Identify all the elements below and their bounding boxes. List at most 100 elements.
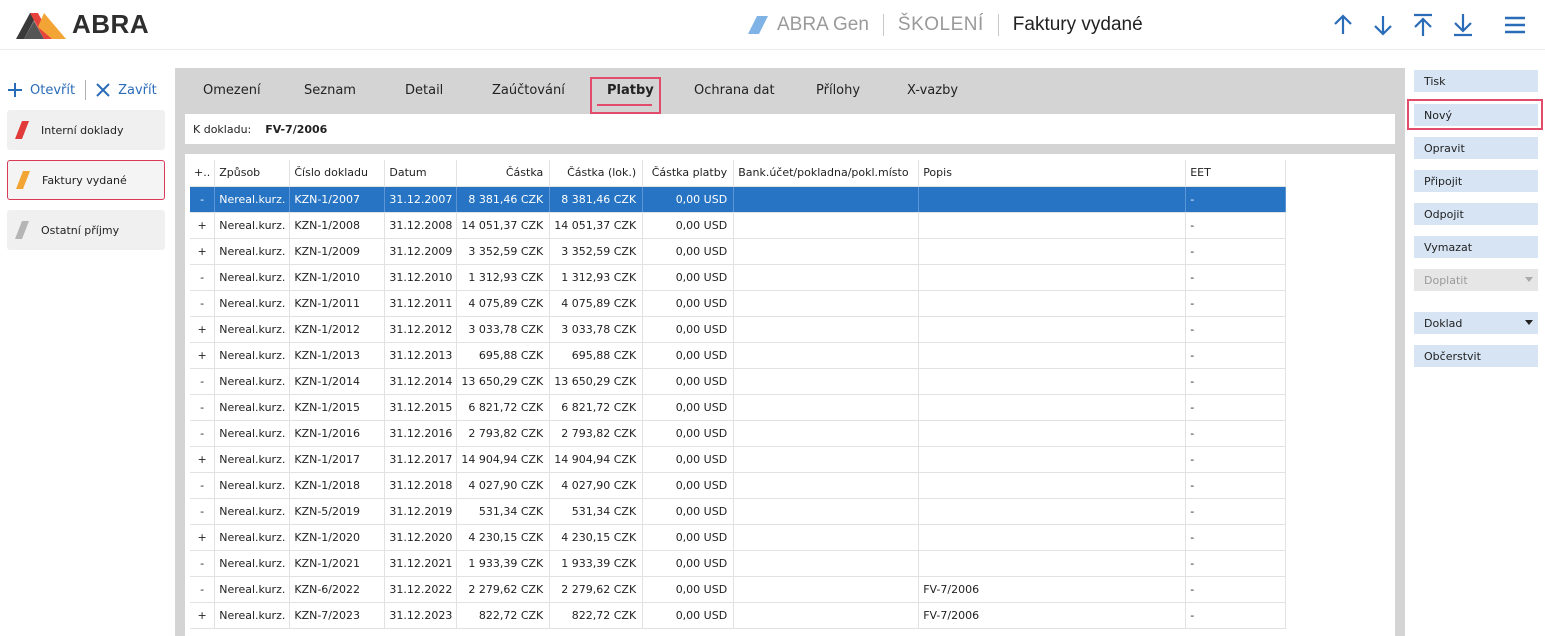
table-cell [733, 394, 920, 421]
table-row[interactable]: + Nereal.kurz. KZN-1/2017 31.12.2017 14 904,… [190, 446, 1287, 473]
column-header[interactable]: Částka (lok.) [549, 160, 644, 187]
table-cell [918, 498, 1187, 525]
delete-button[interactable]: Vymazat [1414, 236, 1538, 258]
table-row[interactable]: + Nereal.kurz. KZN-1/2012 31.12.2012 3 033,7… [190, 316, 1287, 343]
table-cell: KZN-1/2010 [289, 264, 386, 291]
table-cell: KZN-5/2019 [289, 498, 386, 525]
table-cell [733, 212, 920, 239]
table-cell: 31.12.2013 [384, 342, 458, 369]
table-cell [733, 238, 920, 265]
divider [882, 14, 884, 36]
tab-ochrana-dat[interactable]: Ochrana dat [694, 83, 775, 98]
chevron-down-icon [1525, 277, 1533, 282]
table-row[interactable]: + Nereal.kurz. KZN-1/2009 31.12.2009 3 352,5… [190, 238, 1287, 265]
column-header[interactable]: EET [1185, 160, 1287, 187]
table-cell: - [1185, 264, 1287, 291]
table-cell: + [190, 342, 216, 369]
table-cell: Nereal.kurz. [214, 576, 291, 603]
table-cell [918, 420, 1187, 447]
sidebar-item-faktury-vydane[interactable]: Faktury vydané [7, 160, 165, 200]
table-cell: 0,00 USD [642, 264, 735, 291]
table-cell: 0,00 USD [642, 238, 735, 265]
menu-icon[interactable] [1502, 12, 1528, 38]
tab-x-vazby[interactable]: X-vazby [907, 83, 958, 98]
close-button[interactable]: Zavřít [96, 83, 157, 98]
plus-icon [8, 83, 22, 97]
table-cell: - [1185, 472, 1287, 499]
tab-seznam[interactable]: Seznam [304, 83, 356, 98]
table-cell: Nereal.kurz. [214, 290, 291, 317]
table-row[interactable]: - Nereal.kurz. KZN-1/2021 31.12.2021 1 933,3… [190, 550, 1287, 577]
column-header[interactable]: Způsob [214, 160, 291, 187]
table-cell: 822,72 CZK [456, 602, 551, 629]
logo-text: ABRA [72, 8, 150, 39]
table-cell: 31.12.2019 [384, 498, 458, 525]
table-row[interactable]: - Nereal.kurz. KZN-1/2007 31.12.2007 8 381,4… [190, 186, 1287, 213]
button-label: Připojit [1424, 174, 1463, 188]
tab-prilohy[interactable]: Přílohy [816, 83, 860, 98]
document-label: K dokladu: [193, 122, 252, 136]
app-name: ABRA Gen [777, 14, 869, 35]
detach-button[interactable]: Odpojit [1414, 203, 1538, 225]
sidebar-item-ostatni-prijmy[interactable]: Ostatní příjmy [7, 210, 165, 250]
document-dropdown[interactable]: Doklad [1414, 312, 1538, 334]
table-cell: 1 933,39 CZK [549, 550, 644, 577]
table-cell: 0,00 USD [642, 342, 735, 369]
column-header[interactable]: Číslo dokladu [289, 160, 386, 187]
table-cell: 31.12.2015 [384, 394, 458, 421]
print-button[interactable]: Tisk [1414, 70, 1538, 92]
tab-omezeni[interactable]: Omezení [203, 83, 261, 98]
column-header[interactable]: Částka [456, 160, 551, 187]
table-cell [733, 446, 920, 473]
table-row[interactable]: - Nereal.kurz. KZN-1/2015 31.12.2015 6 821,7… [190, 394, 1287, 421]
column-header[interactable]: Popis [918, 160, 1187, 187]
table-header-row: +.. Způsob Číslo dokladu Datum Částka Čá… [190, 160, 1287, 187]
arrow-up-icon[interactable] [1330, 12, 1356, 38]
table-row[interactable]: + Nereal.kurz. KZN-7/2023 31.12.2023 822,72 … [190, 602, 1287, 629]
column-header[interactable]: +.. [190, 160, 216, 187]
table-cell: 0,00 USD [642, 524, 735, 551]
table-row[interactable]: + Nereal.kurz. KZN-1/2013 31.12.2013 695,88 … [190, 342, 1287, 369]
table-cell [918, 550, 1187, 577]
close-label: Zavřít [118, 82, 157, 98]
table-cell [918, 524, 1187, 551]
edit-button[interactable]: Opravit [1414, 137, 1538, 159]
table-row[interactable]: - Nereal.kurz. KZN-5/2019 31.12.2019 531,34 … [190, 498, 1287, 525]
table-cell: 14 051,37 CZK [549, 212, 644, 239]
table-cell: KZN-1/2011 [289, 290, 386, 317]
sidebar-item-interni-doklady[interactable]: Interní doklady [7, 110, 165, 150]
table-cell: 31.12.2009 [384, 238, 458, 265]
table-row[interactable]: - Nereal.kurz. KZN-1/2018 31.12.2018 4 027,9… [190, 472, 1287, 499]
pay-remaining-dropdown[interactable]: Doplatit [1414, 269, 1538, 291]
table-row[interactable]: - Nereal.kurz. KZN-6/2022 31.12.2022 2 279,6… [190, 576, 1287, 603]
table-row[interactable]: - Nereal.kurz. KZN-1/2011 31.12.2011 4 075,8… [190, 290, 1287, 317]
red-stripe-icon [15, 121, 29, 139]
table-cell: 8 381,46 CZK [549, 186, 644, 213]
button-label: Vymazat [1424, 240, 1473, 254]
table-cell: - [190, 290, 216, 317]
column-header[interactable]: Částka platby [642, 160, 735, 187]
table-cell: 0,00 USD [642, 472, 735, 499]
column-header[interactable]: Datum [384, 160, 458, 187]
table-cell: 695,88 CZK [456, 342, 551, 369]
table-row[interactable]: + Nereal.kurz. KZN-1/2008 31.12.2008 14 051,… [190, 212, 1287, 239]
attach-button[interactable]: Připojit [1414, 170, 1538, 192]
column-header[interactable]: Bank.účet/pokladna/pokl.místo [733, 160, 920, 187]
tab-detail[interactable]: Detail [405, 83, 443, 98]
arrow-last-icon[interactable] [1450, 12, 1476, 38]
refresh-button[interactable]: Občerstvit [1414, 345, 1538, 367]
sidebar-item-label: Faktury vydané [42, 173, 127, 187]
table-cell: 1 312,93 CZK [549, 264, 644, 291]
table-cell: Nereal.kurz. [214, 342, 291, 369]
table-cell [918, 394, 1187, 421]
open-button[interactable]: Otevřít [8, 83, 75, 98]
button-label: Tisk [1424, 74, 1446, 88]
table-row[interactable]: + Nereal.kurz. KZN-1/2020 31.12.2020 4 230,1… [190, 524, 1287, 551]
table-row[interactable]: - Nereal.kurz. KZN-1/2016 31.12.2016 2 793,8… [190, 420, 1287, 447]
tab-zauctovani[interactable]: Zaúčtování [492, 83, 565, 98]
arrow-down-icon[interactable] [1370, 12, 1396, 38]
arrow-first-icon[interactable] [1410, 12, 1436, 38]
table-row[interactable]: - Nereal.kurz. KZN-1/2014 31.12.2014 13 650,… [190, 368, 1287, 395]
table-cell: FV-7/2006 [918, 602, 1187, 629]
table-row[interactable]: - Nereal.kurz. KZN-1/2010 31.12.2010 1 312,9… [190, 264, 1287, 291]
